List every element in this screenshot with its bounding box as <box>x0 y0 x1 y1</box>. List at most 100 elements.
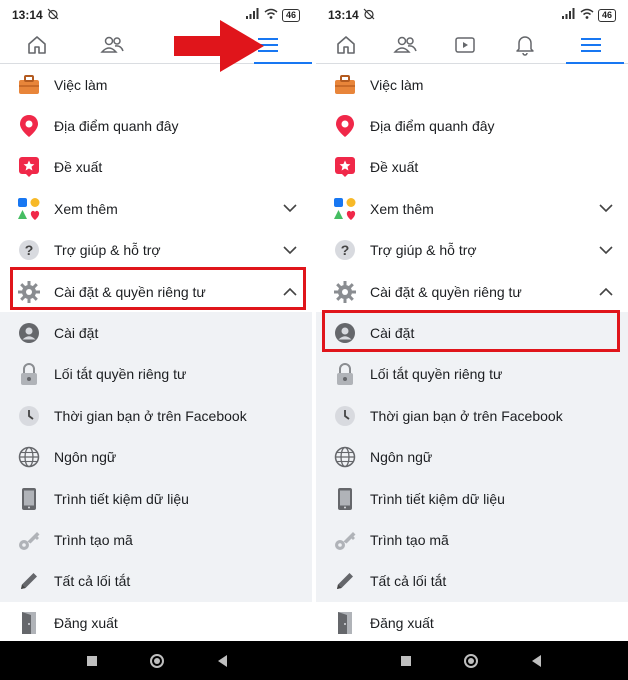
menu-item-recommendations[interactable]: Đề xuất <box>0 147 312 188</box>
menu-label: Địa điểm quanh đây <box>54 118 179 135</box>
status-time: 13:14 <box>12 8 43 22</box>
red-arrow-annotation <box>174 20 264 77</box>
recents-icon[interactable] <box>86 655 97 666</box>
chevron-down-icon <box>282 201 298 217</box>
menu-item-your-time[interactable]: Thời gian bạn ở trên Facebook <box>0 395 312 436</box>
friends-icon <box>100 34 124 61</box>
menu-item-all-shortcuts[interactable]: Tất cả lối tắt <box>0 561 312 602</box>
status-time: 13:14 <box>328 8 359 22</box>
menu-item-logout[interactable]: Đăng xuất <box>316 602 628 641</box>
tab-menu[interactable] <box>562 31 620 63</box>
lock-icon <box>16 361 42 387</box>
clock-icon <box>16 403 42 429</box>
globe-icon <box>332 444 358 470</box>
globe-icon <box>16 444 42 470</box>
briefcase-icon <box>332 72 358 98</box>
menu-item-nearby[interactable]: Địa điểm quanh đây <box>0 105 312 146</box>
settings-submenu: Cài đặt Lối tắt quyền riêng tư Thời gian… <box>0 312 312 603</box>
svg-text:?: ? <box>25 242 34 258</box>
menu-item-privacy-shortcuts[interactable]: Lối tắt quyền riêng tư <box>0 354 312 395</box>
door-icon <box>332 610 358 636</box>
tab-friends[interactable] <box>383 31 427 63</box>
chevron-up-icon <box>598 284 614 300</box>
menu-item-your-time[interactable]: Thời gian bạn ở trên Facebook <box>316 395 628 436</box>
user-circle-icon <box>16 320 42 346</box>
recents-icon[interactable] <box>400 655 411 666</box>
menu-item-settings-privacy[interactable]: Cài đặt & quyền riêng tư <box>316 271 628 312</box>
chevron-down-icon <box>282 242 298 258</box>
menu-item-settings-privacy[interactable]: Cài đặt & quyền riêng tư <box>0 271 312 312</box>
menu-label: Thời gian bạn ở trên Facebook <box>370 407 563 424</box>
back-icon[interactable] <box>218 654 228 667</box>
tab-notifications[interactable] <box>503 31 547 63</box>
menu-list: Việc làm Địa điểm quanh đây Đề xuất Xem … <box>316 64 628 641</box>
menu-label: Đề xuất <box>370 159 419 176</box>
menu-label: Đề xuất <box>54 159 103 176</box>
menu-item-settings[interactable]: Cài đặt <box>316 312 628 353</box>
question-icon: ? <box>332 237 358 263</box>
gear-icon <box>332 279 358 305</box>
tab-friends[interactable] <box>90 31 134 63</box>
menu-item-code-generator[interactable]: Trình tạo mã <box>0 519 312 560</box>
menu-item-jobs[interactable]: Việc làm <box>0 64 312 105</box>
menu-item-help[interactable]: ? Trợ giúp & hỗ trợ <box>0 230 312 271</box>
key-icon <box>16 527 42 553</box>
notifications-icon <box>515 34 535 61</box>
shapes-icon <box>16 196 42 222</box>
menu-item-data-saver[interactable]: Trình tiết kiệm dữ liệu <box>0 478 312 519</box>
home-icon <box>335 34 357 61</box>
tab-home[interactable] <box>324 31 368 63</box>
menu-item-all-shortcuts[interactable]: Tất cả lối tắt <box>316 561 628 602</box>
pencil-icon <box>16 568 42 594</box>
menu-item-language[interactable]: Ngôn ngữ <box>316 437 628 478</box>
menu-item-jobs[interactable]: Việc làm <box>316 64 628 105</box>
chevron-down-icon <box>598 242 614 258</box>
menu-item-language[interactable]: Ngôn ngữ <box>0 437 312 478</box>
pencil-icon <box>332 568 358 594</box>
menu-list: Việc làm Địa điểm quanh đây Đề xuất Xem … <box>0 64 312 641</box>
menu-label: Lối tắt quyền riêng tư <box>370 366 503 383</box>
menu-item-logout[interactable]: Đăng xuất <box>0 602 312 641</box>
status-bar: 13:14 46 <box>316 0 628 30</box>
menu-item-settings[interactable]: Cài đặt <box>0 312 312 353</box>
menu-label: Cài đặt <box>54 325 99 342</box>
menu-label: Đăng xuất <box>54 614 118 631</box>
menu-item-help[interactable]: ? Trợ giúp & hỗ trợ <box>316 230 628 271</box>
menu-label: Cài đặt & quyền riêng tư <box>54 283 206 300</box>
menu-label: Tất cả lối tắt <box>370 573 447 590</box>
menu-item-privacy-shortcuts[interactable]: Lối tắt quyền riêng tư <box>316 354 628 395</box>
watch-icon <box>454 35 476 60</box>
phone-icon <box>16 486 42 512</box>
menu-label: Cài đặt & quyền riêng tư <box>370 283 522 300</box>
menu-item-recommendations[interactable]: Đề xuất <box>316 147 628 188</box>
tab-watch[interactable] <box>443 31 487 63</box>
home-button-icon[interactable] <box>464 653 479 668</box>
menu-item-see-more[interactable]: Xem thêm <box>0 188 312 229</box>
tab-home[interactable] <box>15 31 59 63</box>
user-circle-icon <box>332 320 358 346</box>
menu-item-see-more[interactable]: Xem thêm <box>316 188 628 229</box>
top-navigation <box>0 30 312 64</box>
home-icon <box>26 34 48 61</box>
menu-label: Việc làm <box>370 76 424 93</box>
back-icon[interactable] <box>532 654 542 667</box>
friends-icon <box>393 34 418 61</box>
menu-label: Ngôn ngữ <box>54 449 117 466</box>
settings-submenu: Cài đặt Lối tắt quyền riêng tư Thời gian… <box>316 312 628 603</box>
menu-item-nearby[interactable]: Địa điểm quanh đây <box>316 105 628 146</box>
menu-label: Trình tạo mã <box>54 531 133 548</box>
svg-text:?: ? <box>341 242 350 258</box>
menu-item-data-saver[interactable]: Trình tiết kiệm dữ liệu <box>316 478 628 519</box>
question-icon: ? <box>16 237 42 263</box>
battery-indicator: 46 <box>597 8 616 22</box>
key-icon <box>332 527 358 553</box>
menu-label: Địa điểm quanh đây <box>370 118 495 135</box>
menu-label: Tất cả lối tắt <box>54 573 131 590</box>
menu-item-code-generator[interactable]: Trình tạo mã <box>316 519 628 560</box>
wifi-icon <box>580 8 594 22</box>
lock-icon <box>332 361 358 387</box>
menu-label: Lối tắt quyền riêng tư <box>54 366 187 383</box>
home-button-icon[interactable] <box>150 653 165 668</box>
star-badge-icon <box>16 154 42 180</box>
location-pin-icon <box>16 113 42 139</box>
